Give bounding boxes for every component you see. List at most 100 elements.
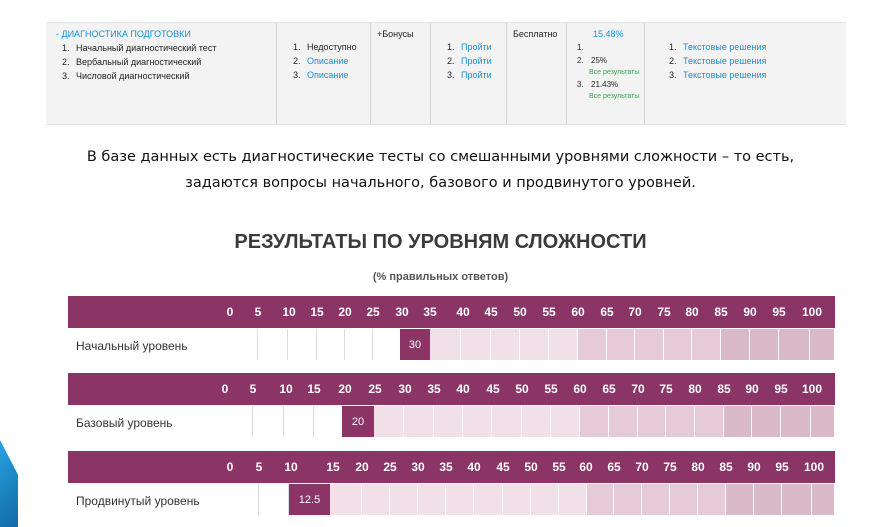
test-row-1: 1. Начальный диагностический тест [62, 43, 217, 53]
level-label: Базовый уровень [76, 416, 173, 430]
scale-cell [779, 329, 810, 360]
tests-column: - ДИАГНОСТИКА ПОДГОТОВКИ 1. Начальный диа… [46, 23, 276, 124]
tick-label: 50 [515, 382, 529, 396]
test-table: - ДИАГНОСТИКА ПОДГОТОВКИ 1. Начальный диа… [46, 22, 846, 125]
take-test-link[interactable]: Пройти [461, 56, 492, 66]
tick-label: 100 [803, 460, 825, 474]
tick-label: 55 [552, 460, 566, 474]
scale-cell [580, 406, 609, 437]
tick-label: 60 [573, 382, 587, 396]
test-row-2: 2. Вербальный диагностический [62, 57, 202, 67]
description-link[interactable]: Описание [307, 70, 348, 80]
tick-label: 85 [719, 460, 733, 474]
all-results-link[interactable]: Все результаты [577, 67, 644, 79]
scale-cell [698, 484, 726, 515]
scale-cell [614, 484, 642, 515]
tick-label: 90 [743, 305, 757, 319]
scale-cell [259, 484, 289, 515]
tick-label: 70 [628, 305, 642, 319]
section-title[interactable]: - ДИАГНОСТИКА ПОДГОТОВКИ [56, 27, 276, 41]
scale-cell [782, 484, 812, 515]
bonus-column: +Бонусы [370, 23, 430, 124]
scale-cell [638, 406, 666, 437]
scale-cell [752, 406, 781, 437]
tick-label: 95 [775, 460, 789, 474]
tick-label: 80 [688, 382, 702, 396]
tick-label: 45 [486, 382, 500, 396]
tick-label: 35 [423, 305, 437, 319]
scale-cell [635, 329, 664, 360]
tick-label: 0 [221, 382, 229, 396]
scale-cell [418, 484, 446, 515]
result-marker: 12.5 [289, 484, 330, 515]
tick-label: 30 [395, 305, 409, 319]
take-test-link[interactable]: Пройти [461, 70, 492, 80]
scale-cell [404, 406, 434, 437]
price-column: Бесплатно [506, 23, 566, 124]
scale-cell [549, 329, 578, 360]
tick-label: 70 [635, 460, 649, 474]
scale-cell [230, 484, 259, 515]
chart-advanced-level: 0 5 10 15 20 25 30 35 40 45 50 55 60 65 70 75 80 85 90 95 10… [68, 451, 835, 517]
tick-label: 30 [411, 460, 425, 474]
all-results-link[interactable]: Все результаты [577, 91, 644, 103]
scale-cell [520, 329, 549, 360]
tick-label: 50 [513, 305, 527, 319]
tick-label: 25 [383, 460, 397, 474]
tick-label: 0 [226, 460, 234, 474]
scale-cell [726, 484, 754, 515]
description-link[interactable]: Описание [307, 56, 348, 66]
scale-cell [317, 329, 345, 360]
scale-cell [810, 329, 835, 360]
tick-label: 15 [326, 460, 340, 474]
tick-label: 5 [254, 305, 262, 319]
take-test-link[interactable]: Пройти [461, 42, 492, 52]
chart-title: РЕЗУЛЬТАТЫ ПО УРОВНЯМ СЛОЖНОСТИ [234, 231, 647, 253]
total-result: 15.48% [593, 29, 624, 39]
tick-label: 50 [524, 460, 538, 474]
text-solutions-link[interactable]: Текстовые решения [683, 56, 766, 66]
result-value: 25% [591, 56, 608, 65]
scale-cell [724, 406, 752, 437]
decorative-shape [0, 440, 18, 527]
description-line-1: В базе данных есть диагностические тесты… [86, 149, 795, 165]
scale-cell [750, 329, 779, 360]
tick-label: 0 [226, 305, 234, 319]
chart-header-bar: 0 5 10 15 20 25 30 35 40 45 50 55 60 65 70 75 80 85 90 95 10… [68, 296, 835, 328]
result-marker: 20 [342, 406, 374, 437]
text-solutions-link[interactable]: Текстовые решения [683, 70, 766, 80]
tick-label: 80 [691, 460, 705, 474]
scale-cell [446, 484, 474, 515]
scale-cell [559, 484, 587, 515]
tick-label: 15 [310, 305, 324, 319]
tick-label: 60 [571, 305, 585, 319]
tick-label: 60 [579, 460, 593, 474]
chart-base-level: 0 5 10 15 20 25 30 35 40 45 50 55 60 65 70 75 80 85 90 95 10… [68, 373, 835, 439]
scale-cell [754, 484, 782, 515]
tick-label: 95 [772, 305, 786, 319]
tick-label: 5 [255, 460, 263, 474]
tick-label: 35 [439, 460, 453, 474]
tick-label: 95 [774, 382, 788, 396]
text-solutions-link[interactable]: Текстовые решения [683, 42, 766, 52]
chart-subtitle: (% правильных ответов) [372, 271, 509, 283]
chart-header-bar: 0 5 10 15 20 25 30 35 40 45 50 55 60 65 70 75 80 85 90 95 10… [68, 451, 835, 483]
tick-label: 90 [747, 460, 761, 474]
scale-cell [463, 406, 492, 437]
scale-cell [434, 406, 463, 437]
scale-cell [666, 406, 695, 437]
scale-cell [345, 329, 373, 360]
test-row-3: 3. Числовой диагностический [62, 71, 190, 81]
scale-cell [578, 329, 607, 360]
scale-cell [670, 484, 698, 515]
scale-cell [609, 406, 638, 437]
scale-cell [664, 329, 692, 360]
tick-label: 100 [801, 382, 823, 396]
scale-cell [314, 406, 344, 437]
scale-cell [587, 484, 614, 515]
tick-label: 10 [284, 460, 298, 474]
description-line-2: задаются вопросы начального, базового и … [185, 175, 696, 191]
scale-cell [373, 329, 402, 360]
level-label: Начальный уровень [76, 339, 188, 353]
tick-label: 20 [338, 305, 352, 319]
